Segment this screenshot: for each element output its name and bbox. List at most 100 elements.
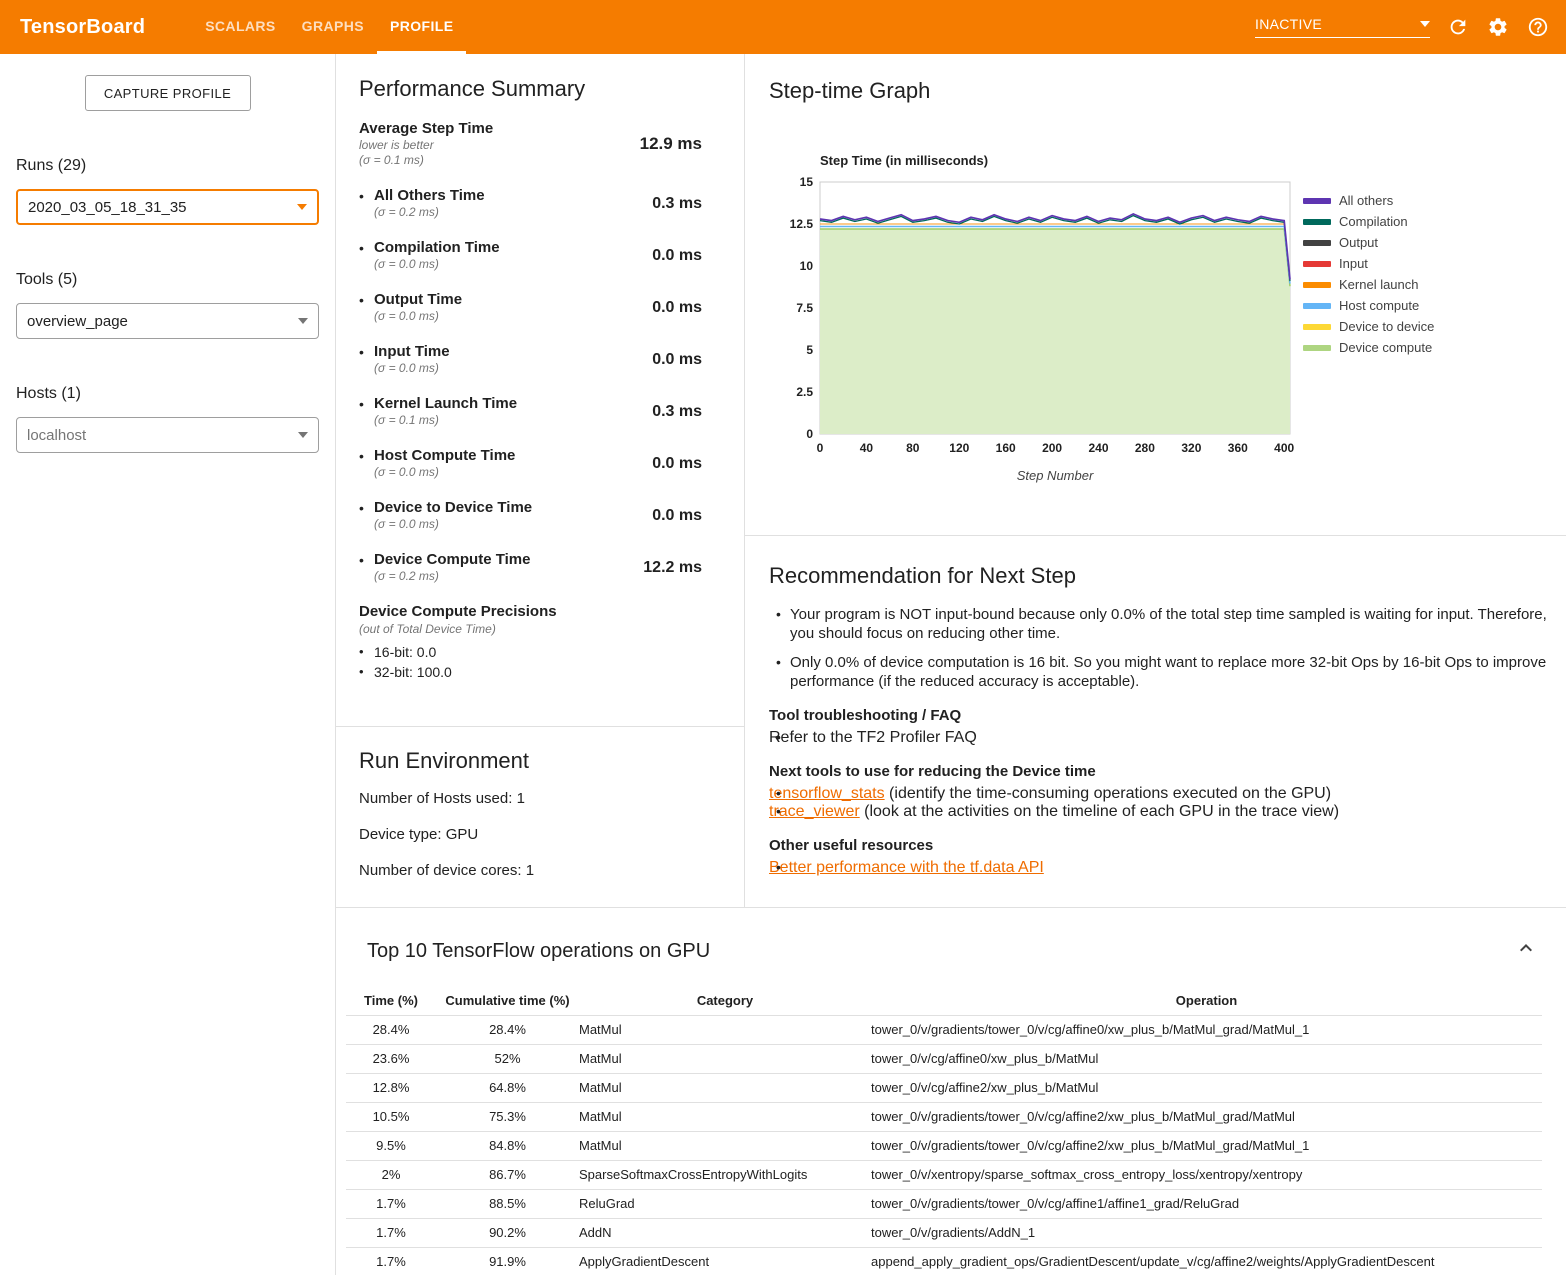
category-cell: SparseSoftmaxCrossEntropyWithLogits xyxy=(579,1160,871,1189)
chart-legend: All othersCompilationOutputInputKernel l… xyxy=(1303,190,1434,358)
metric-row: Device Compute Time (σ = 0.2 ms) 12.2 ms xyxy=(359,551,702,584)
svg-text:2.5: 2.5 xyxy=(796,385,813,399)
caret-down-icon xyxy=(298,432,308,438)
legend-label: Input xyxy=(1339,256,1368,271)
tensorflow-stats-link[interactable]: tensorflow_stats xyxy=(769,785,885,802)
category-cell: MatMul xyxy=(579,1102,871,1131)
time-cell: 23.6% xyxy=(346,1044,436,1073)
metric-value: 0.0 ms xyxy=(652,247,702,265)
metric-value: 0.0 ms xyxy=(652,299,702,317)
trace-viewer-link[interactable]: trace_viewer xyxy=(769,803,860,820)
time-cell: 12.8% xyxy=(346,1073,436,1102)
refresh-button[interactable] xyxy=(1446,15,1470,39)
svg-text:200: 200 xyxy=(1042,441,1062,455)
legend-item-all-others: All others xyxy=(1303,190,1434,211)
category-cell: MatMul xyxy=(579,1131,871,1160)
svg-text:12.5: 12.5 xyxy=(790,217,814,231)
table-row: 2% 86.7% SparseSoftmaxCrossEntropyWithLo… xyxy=(346,1160,1542,1189)
operation-cell: tower_0/v/gradients/tower_0/v/cg/affine2… xyxy=(871,1102,1542,1131)
metric-sigma: (σ = 0.0 ms) xyxy=(374,309,462,324)
legend-swatch xyxy=(1303,240,1331,246)
svg-text:40: 40 xyxy=(860,441,874,455)
settings-button[interactable] xyxy=(1486,15,1510,39)
cumulative-cell: 88.5% xyxy=(436,1189,579,1218)
tab-scalars[interactable]: SCALARS xyxy=(192,0,288,54)
top-ops-section: Top 10 TensorFlow operations on GPU Time… xyxy=(335,907,1566,1275)
legend-label: Device compute xyxy=(1339,340,1432,355)
recommendation-section: Recommendation for Next Step Your progra… xyxy=(769,553,1559,877)
tfdata-performance-link[interactable]: Better performance with the tf.data API xyxy=(769,859,1044,876)
caret-down-icon xyxy=(297,204,307,210)
precisions-note: (out of Total Device Time) xyxy=(359,622,702,636)
cumulative-cell: 90.2% xyxy=(436,1218,579,1247)
metric-sigma: (σ = 0.0 ms) xyxy=(374,361,450,376)
metric-row: Output Time (σ = 0.0 ms) 0.0 ms xyxy=(359,291,702,324)
time-cell: 9.5% xyxy=(346,1131,436,1160)
col-header-time: Time (%) xyxy=(346,986,436,1015)
cumulative-cell: 86.7% xyxy=(436,1160,579,1189)
metric-label: Device Compute Time xyxy=(374,551,530,569)
recommendation-title: Recommendation for Next Step xyxy=(769,563,1559,589)
chart-title: Step Time (in milliseconds) xyxy=(820,153,1304,168)
next-tool-item: trace_viewer (look at the activities on … xyxy=(769,803,1559,821)
col-header-cumulative: Cumulative time (%) xyxy=(436,986,579,1015)
legend-item-host-compute: Host compute xyxy=(1303,295,1434,316)
metric-value: 0.3 ms xyxy=(652,403,702,421)
gear-icon xyxy=(1487,16,1509,38)
legend-swatch xyxy=(1303,345,1331,351)
metric-value: 0.0 ms xyxy=(652,507,702,525)
legend-item-output: Output xyxy=(1303,232,1434,253)
metric-row: Host Compute Time (σ = 0.0 ms) 0.0 ms xyxy=(359,447,702,480)
time-cell: 10.5% xyxy=(346,1102,436,1131)
table-row: 10.5% 75.3% MatMul tower_0/v/gradients/t… xyxy=(346,1102,1542,1131)
col-header-operation: Operation xyxy=(871,986,1542,1015)
hosts-select[interactable]: localhost xyxy=(16,417,319,453)
cumulative-cell: 75.3% xyxy=(436,1102,579,1131)
tab-profile[interactable]: PROFILE xyxy=(377,0,466,54)
hosts-select-value: localhost xyxy=(27,427,86,444)
faq-subhead: Tool troubleshooting / FAQ xyxy=(769,707,1559,724)
cumulative-cell: 91.9% xyxy=(436,1247,579,1275)
metric-sigma: (σ = 0.2 ms) xyxy=(374,569,530,584)
runs-select[interactable]: 2020_03_05_18_31_35 xyxy=(16,189,319,225)
next-tool-item: tensorflow_stats (identify the time-cons… xyxy=(769,785,1559,803)
runs-label: Runs (29) xyxy=(16,157,319,175)
other-resources-subhead: Other useful resources xyxy=(769,837,1559,854)
metric-row: Input Time (σ = 0.0 ms) 0.0 ms xyxy=(359,343,702,376)
capture-profile-button[interactable]: CAPTURE PROFILE xyxy=(85,75,251,111)
tab-graphs[interactable]: GRAPHS xyxy=(289,0,377,54)
metric-sigma: (σ = 0.1 ms) xyxy=(374,413,517,428)
runs-group: Runs (29) 2020_03_05_18_31_35 xyxy=(16,157,319,225)
category-cell: MatMul xyxy=(579,1044,871,1073)
metric-label: Compilation Time xyxy=(374,239,500,257)
col-header-category: Category xyxy=(579,986,871,1015)
table-row: 9.5% 84.8% MatMul tower_0/v/gradients/to… xyxy=(346,1131,1542,1160)
category-cell: AddN xyxy=(579,1218,871,1247)
sidebar: CAPTURE PROFILE Runs (29) 2020_03_05_18_… xyxy=(0,54,335,1275)
legend-item-device-to-device: Device to device xyxy=(1303,316,1434,337)
tools-label: Tools (5) xyxy=(16,271,319,289)
faq-item: Refer to the TF2 Profiler FAQ xyxy=(769,729,1559,747)
metric-sigma: (σ = 0.0 ms) xyxy=(374,257,500,272)
collapse-button[interactable] xyxy=(1514,936,1538,960)
operation-cell: tower_0/v/gradients/AddN_1 xyxy=(871,1218,1542,1247)
legend-label: Compilation xyxy=(1339,214,1408,229)
legend-item-input: Input xyxy=(1303,253,1434,274)
category-cell: MatMul xyxy=(579,1015,871,1044)
run-environment-title: Run Environment xyxy=(359,748,720,774)
cumulative-cell: 64.8% xyxy=(436,1073,579,1102)
recommendation-bullet: Only 0.0% of device computation is 16 bi… xyxy=(769,653,1559,691)
precision-item: 32-bit: 100.0 xyxy=(359,662,702,682)
category-cell: MatMul xyxy=(579,1073,871,1102)
svg-text:280: 280 xyxy=(1135,441,1155,455)
cumulative-cell: 84.8% xyxy=(436,1131,579,1160)
help-button[interactable] xyxy=(1526,15,1550,39)
hosts-label: Hosts (1) xyxy=(16,385,319,403)
status-dropdown[interactable]: INACTIVE xyxy=(1255,16,1430,38)
svg-text:240: 240 xyxy=(1088,441,1108,455)
env-line: Number of Hosts used: 1 xyxy=(359,790,720,807)
tools-select[interactable]: overview_page xyxy=(16,303,319,339)
svg-text:Step Number: Step Number xyxy=(1017,468,1094,483)
operation-cell: tower_0/v/gradients/tower_0/v/cg/affine1… xyxy=(871,1189,1542,1218)
table-row: 1.7% 90.2% AddN tower_0/v/gradients/AddN… xyxy=(346,1218,1542,1247)
